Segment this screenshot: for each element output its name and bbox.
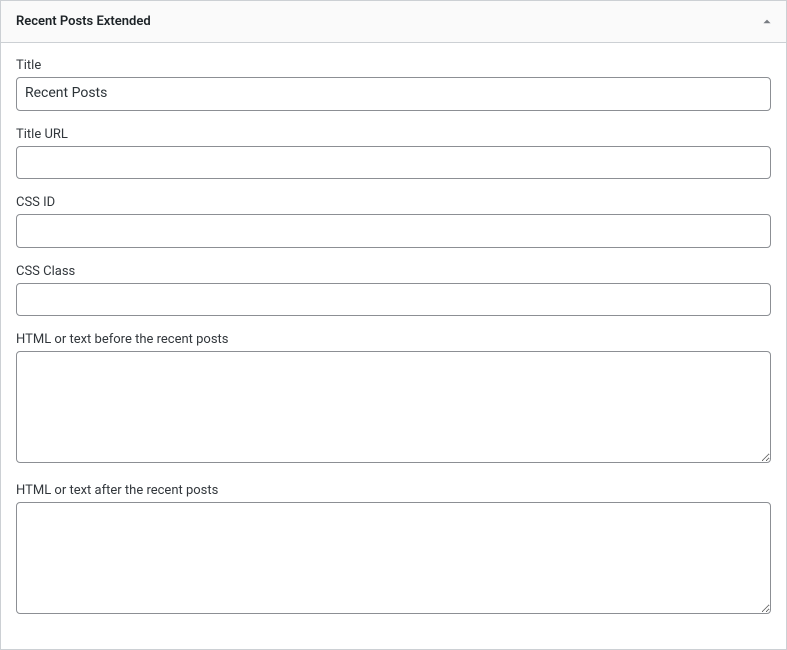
field-before-html-group: HTML or text before the recent posts xyxy=(16,332,771,467)
field-after-html-label: HTML or text after the recent posts xyxy=(16,483,771,498)
css-class-input[interactable] xyxy=(16,283,771,317)
chevron-up-icon xyxy=(761,16,773,28)
widget-body: Title Title URL CSS ID CSS Class HTML or… xyxy=(1,43,786,649)
field-title-url-label: Title URL xyxy=(16,127,771,142)
after-html-textarea[interactable] xyxy=(16,502,771,614)
collapse-toggle-icon[interactable] xyxy=(748,1,786,43)
field-after-html-group: HTML or text after the recent posts xyxy=(16,483,771,618)
field-css-class-group: CSS Class xyxy=(16,264,771,317)
field-css-id-label: CSS ID xyxy=(16,195,771,210)
field-before-html-label: HTML or text before the recent posts xyxy=(16,332,771,347)
field-css-id-group: CSS ID xyxy=(16,195,771,248)
field-title-url-group: Title URL xyxy=(16,127,771,180)
widget-header[interactable]: Recent Posts Extended xyxy=(1,1,786,43)
title-input[interactable] xyxy=(16,77,771,111)
widget-title: Recent Posts Extended xyxy=(1,14,151,29)
field-title-label: Title xyxy=(16,58,771,73)
title-url-input[interactable] xyxy=(16,146,771,180)
field-css-class-label: CSS Class xyxy=(16,264,771,279)
before-html-textarea[interactable] xyxy=(16,351,771,463)
css-id-input[interactable] xyxy=(16,214,771,248)
widget-panel: Recent Posts Extended Title Title URL CS… xyxy=(0,0,787,650)
field-title-group: Title xyxy=(16,58,771,111)
